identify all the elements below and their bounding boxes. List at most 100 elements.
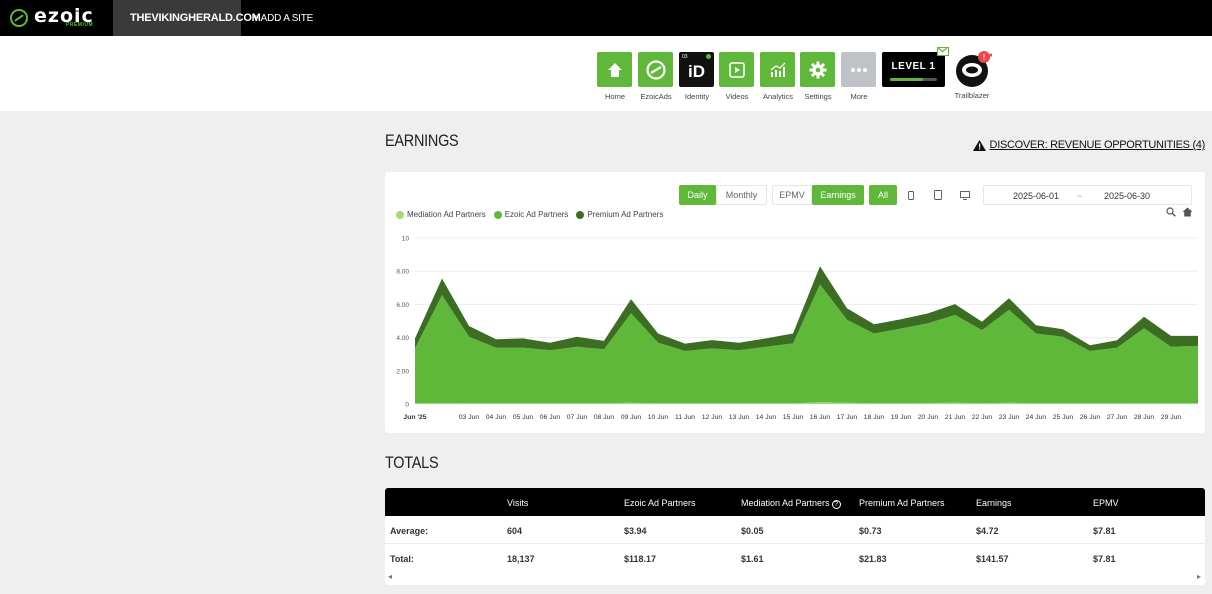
column-header-ezoic: Ezoic Ad Partners [624,498,696,508]
warning-icon [972,139,986,151]
x-tick-label: 12 Jun [702,414,723,421]
scroll-right-icon[interactable]: ▸ [1197,572,1201,581]
y-tick-label: 10 [402,236,410,243]
legend-item-mediation[interactable]: Mediation Ad Partners [396,210,486,219]
legend-item-ezoic[interactable]: Ezoic Ad Partners [493,210,569,219]
column-header-earnings: Earnings [976,498,1012,508]
add-site-link[interactable]: + ADD A SITE [253,13,313,24]
x-tick-label: 15 Jun [783,414,804,421]
x-tick-label: 28 Jun [1134,414,1155,421]
totals-title: TOTALS [385,453,439,472]
x-tick-label: 20 Jun [918,414,939,421]
tablet-icon[interactable] [926,185,950,205]
table-cell: $7.81 [1093,554,1116,564]
x-tick-label: 29 Jun [1161,414,1182,421]
legend-label: Mediation Ad Partners [407,210,486,219]
x-tick-label: 03 Jun [459,414,480,421]
table-cell: $3.94 [624,526,647,536]
gear-icon [800,52,835,87]
epmv-button[interactable]: EPMV [772,185,812,205]
table-cell: $1.61 [741,554,764,564]
x-tick-label: 24 Jun [1026,414,1047,421]
x-tick-label: 21 Jun [945,414,966,421]
analytics-icon [760,52,795,87]
row-label: Total: [390,554,414,564]
trailblazer-avatar-icon: ! [952,50,993,88]
table-row: Total: 18,137 $118.17 $1.61 $21.83 $141.… [385,544,1205,572]
home-icon [597,52,632,87]
legend-label: Ezoic Ad Partners [504,210,569,219]
totals-table: Visits Ezoic Ad Partners Mediation Ad Pa… [385,488,1205,585]
app-nav: Home EzoicAds 03 iD Identity Videos Anal… [0,36,1212,111]
row-label: Average: [390,526,429,536]
x-tick-label: 18 Jun [864,414,885,421]
trailblazer-label: Trailblazer [954,91,990,100]
y-tick-label: 8.00 [396,269,409,276]
table-cell: $0.73 [859,526,882,536]
nav-more[interactable]: More [841,52,877,101]
column-header-mediation: Mediation Ad Partners? [741,498,841,509]
svg-text:!: ! [982,53,985,62]
x-tick-label: 10 Jun [648,414,669,421]
scroll-left-icon[interactable]: ◂ [388,572,392,581]
table-row: Average: 604 $3.94 $0.05 $0.73 $4.72 $7.… [385,516,1205,544]
column-header-epmv: EPMV [1093,498,1119,508]
discover-revenue-link[interactable]: DISCOVER: REVENUE OPPORTUNITIES (4) [972,139,1205,151]
all-devices-button[interactable]: All [869,185,897,205]
zoom-icon[interactable] [1166,207,1176,217]
help-icon[interactable]: ? [831,500,841,509]
level-label: LEVEL 1 [891,61,936,72]
table-cell: 18,137 [507,554,535,564]
x-tick-label: 07 Jun [567,414,588,421]
daily-button[interactable]: Daily [679,185,716,205]
identity-count: 03 [682,54,688,60]
table-cell: 604 [507,526,523,536]
x-tick-label: 05 Jun [513,414,534,421]
column-header-visits: Visits [507,498,529,508]
x-tick-label: 04 Jun [486,414,507,421]
x-tick-label: 08 Jun [594,414,615,421]
horizontal-scrollbar[interactable]: ◂ ▸ [385,572,1205,584]
site-tab[interactable]: THEVIKINGHERALD.COM [113,0,261,36]
y-tick-label: 6.00 [396,302,409,309]
x-tick-label: 23 Jun [999,414,1020,421]
table-cell: $0.05 [741,526,764,536]
legend-label: Premium Ad Partners [587,210,664,219]
x-tick-label: 17 Jun [837,414,858,421]
mail-icon[interactable] [937,47,949,56]
date-range-picker[interactable]: 2025-06-01 ~ 2025-06-30 [983,185,1192,205]
mobile-icon[interactable] [899,185,923,205]
table-cell: $4.72 [976,526,999,536]
x-tick-label: 11 Jun [675,414,695,421]
chart-legend: Mediation Ad Partners Ezoic Ad Partners … [396,210,671,219]
x-tick-label: 25 Jun [1053,414,1074,421]
legend-item-premium[interactable]: Premium Ad Partners [576,210,663,219]
reset-zoom-home-icon[interactable] [1182,207,1193,217]
identity-glyph: iD [688,61,705,81]
earnings-button[interactable]: Earnings [812,185,864,205]
desktop-icon[interactable] [953,185,977,205]
ezoic-ads-icon [638,52,673,87]
y-tick-label: 0 [405,402,409,409]
monthly-button[interactable]: Monthly [716,185,767,205]
x-tick-label: 19 Jun [891,414,912,421]
chart-tools [1166,207,1193,217]
earnings-chart-card: Daily Monthly EPMV Earnings All 2025-06-… [385,172,1205,433]
nav-label: More [850,92,868,101]
level-badge[interactable]: LEVEL 1 [882,52,945,87]
x-tick-label: 09 Jun [621,414,642,421]
date-from: 2025-06-01 [1013,191,1060,201]
y-tick-label: 4.00 [396,335,409,342]
date-separator: ~ [1077,191,1083,201]
brand-tier: PREMIUM [66,22,94,28]
x-tick-label: 22 Jun [972,414,993,421]
top-bar: ezoic PREMIUM THEVIKINGHERALD.COM + ADD … [0,0,1212,36]
x-tick-label: Jun '25 [403,414,426,421]
column-header-premium: Premium Ad Partners [859,498,945,508]
earnings-area-chart: 0 2.00 4.00 6.00 8.00 10 Jun '25 03 Jun 04 Jun 05… [396,236,1198,421]
table-cell: $118.17 [624,554,657,564]
nav-trailblazer[interactable]: ! Trailblazer [952,50,993,100]
more-icon [841,52,876,87]
brand-logo[interactable]: ezoic PREMIUM [0,0,113,36]
x-tick-label: 14 Jun [756,414,777,421]
